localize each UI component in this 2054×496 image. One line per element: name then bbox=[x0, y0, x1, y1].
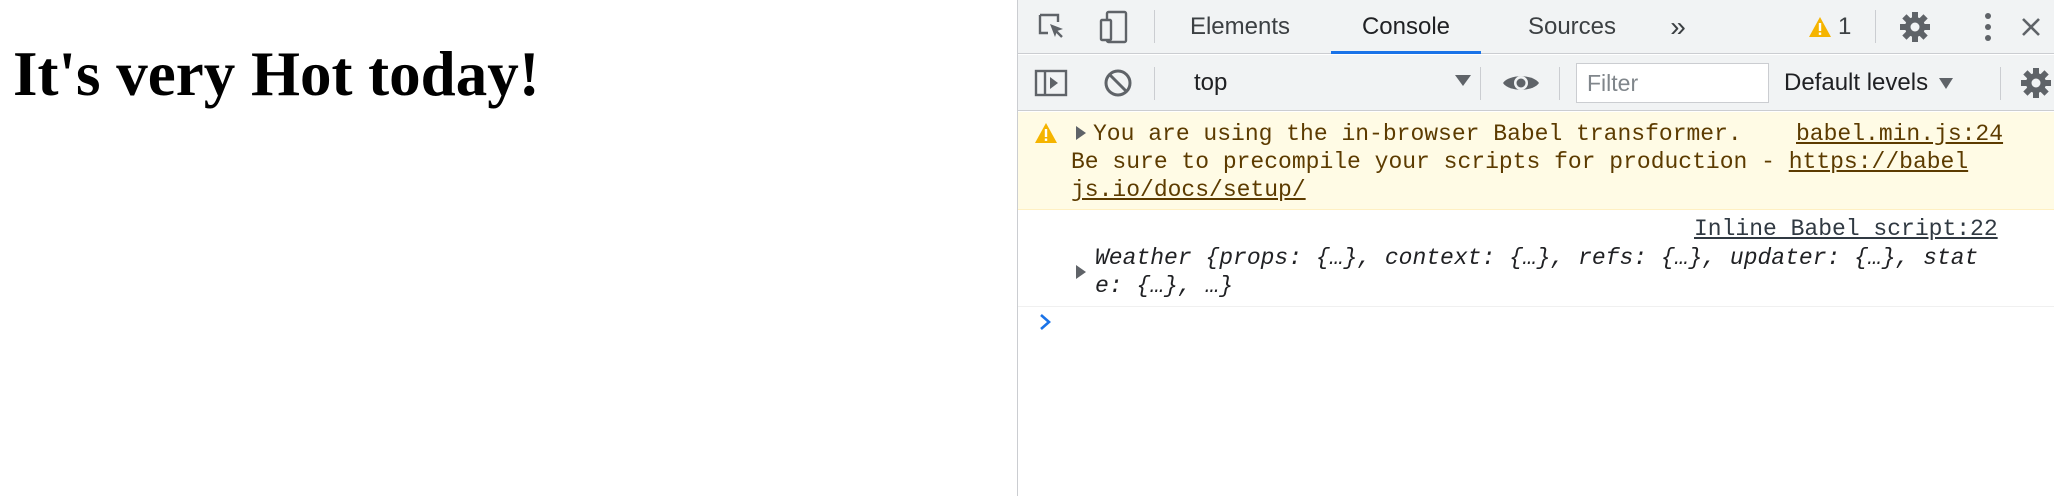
console-output: You are using the in-browser Babel trans… bbox=[1018, 112, 2054, 496]
kebab-menu-icon[interactable] bbox=[1978, 0, 1998, 54]
log-object-line-1[interactable]: Weather {props: {…}, context: {…}, refs:… bbox=[1095, 244, 1978, 272]
tab-sources[interactable]: Sources bbox=[1497, 0, 1647, 54]
chevron-down-icon bbox=[1939, 78, 1954, 89]
log-source-link[interactable]: Inline Babel script:22 bbox=[1694, 215, 1998, 243]
clear-console-icon[interactable] bbox=[1100, 55, 1136, 111]
console-log-message: Inline Babel script:22 Weather {props: {… bbox=[1018, 210, 2054, 307]
console-settings-gear-icon[interactable] bbox=[2016, 55, 2054, 111]
console-toolbar: top Default levels bbox=[1018, 55, 2054, 111]
warning-text-line-1: You are using the in-browser Babel trans… bbox=[1093, 121, 1742, 147]
filter-input[interactable] bbox=[1576, 63, 1769, 103]
chevron-down-icon bbox=[1455, 75, 1471, 86]
warning-text-line-2: Be sure to precompile your scripts for p… bbox=[1071, 148, 1968, 176]
expand-triangle-icon[interactable] bbox=[1076, 126, 1086, 140]
toolbar-separator bbox=[2000, 67, 2001, 100]
eye-icon[interactable] bbox=[1500, 55, 1542, 111]
log-levels-dropdown[interactable]: Default levels bbox=[1784, 55, 1954, 111]
log-object-line-2[interactable]: e: {…}, …} bbox=[1095, 272, 1233, 300]
context-value: top bbox=[1194, 69, 1228, 96]
tab-console[interactable]: Console bbox=[1331, 0, 1481, 54]
setup-docs-link[interactable]: https://babel bbox=[1789, 149, 1968, 175]
tab-elements[interactable]: Elements bbox=[1170, 0, 1310, 54]
web-page: It's very Hot today! bbox=[0, 0, 1017, 496]
show-sidebar-icon[interactable] bbox=[1032, 55, 1070, 111]
console-prompt-icon bbox=[1040, 314, 1051, 330]
warning-icon bbox=[1809, 17, 1831, 37]
gear-icon[interactable] bbox=[1895, 0, 1935, 54]
warning-count: 1 bbox=[1838, 13, 1852, 40]
device-toolbar-icon[interactable] bbox=[1096, 0, 1132, 54]
toolbar-separator bbox=[1875, 10, 1876, 43]
inspect-element-icon[interactable] bbox=[1034, 0, 1070, 54]
devtools-panel: Elements Console Sources » 1 top Filter … bbox=[1017, 0, 2054, 496]
toolbar-separator bbox=[1480, 67, 1481, 100]
log-levels-label: Default levels bbox=[1784, 69, 1929, 96]
page-heading: It's very Hot today! bbox=[13, 39, 540, 109]
toolbar-separator bbox=[1154, 10, 1155, 43]
setup-docs-link-continued[interactable]: js.io/docs/setup/ bbox=[1071, 176, 1306, 204]
warning-text-prefix: Be sure to precompile your scripts for p… bbox=[1071, 149, 1789, 175]
more-tabs-button[interactable]: » bbox=[1654, 0, 1702, 54]
toolbar-separator bbox=[1559, 67, 1560, 100]
expand-triangle-icon[interactable] bbox=[1076, 265, 1086, 279]
close-icon[interactable] bbox=[2016, 0, 2046, 54]
context-selector[interactable]: top bbox=[1176, 55, 1480, 111]
devtools-tab-bar: Elements Console Sources » 1 bbox=[1018, 0, 2054, 54]
warnings-counter[interactable]: 1 bbox=[1808, 0, 1851, 54]
warning-icon bbox=[1035, 123, 1057, 143]
console-warning-message: You are using the in-browser Babel trans… bbox=[1018, 112, 2054, 210]
warning-source-link[interactable]: babel.min.js:24 bbox=[1796, 120, 2003, 148]
toolbar-separator bbox=[1154, 67, 1155, 100]
